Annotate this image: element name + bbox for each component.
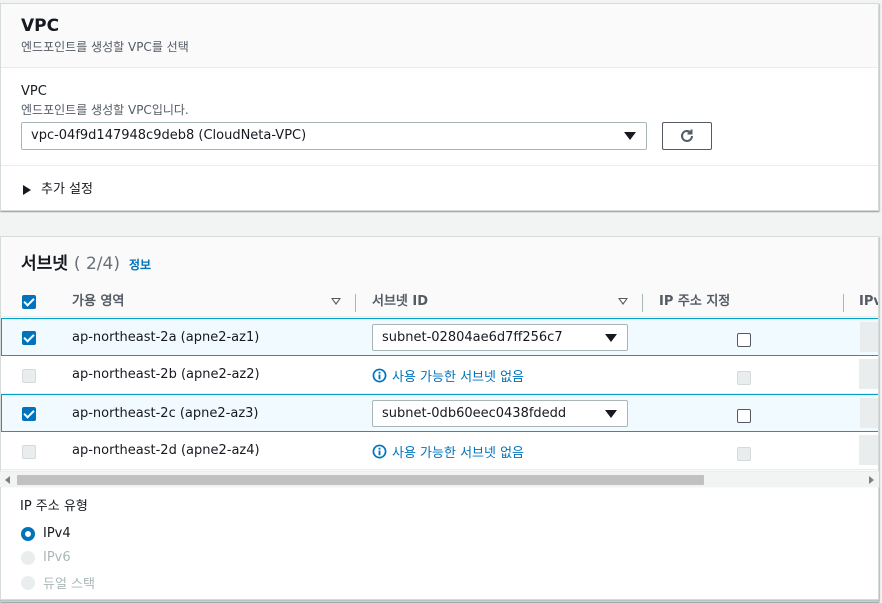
subnet-select-value: subnet-02804ae6d7ff256c7 bbox=[382, 330, 563, 345]
info-icon bbox=[372, 368, 387, 383]
table-header: 가용 영역 서브넷 ID IP 주소 지정 IPv4 bbox=[1, 287, 878, 317]
ip-assign-checkbox[interactable] bbox=[737, 333, 751, 347]
table-row[interactable]: ap-northeast-2c (apne2-az3) subnet-0db60… bbox=[1, 394, 878, 432]
radio-button bbox=[21, 575, 35, 590]
row-checkbox[interactable] bbox=[22, 331, 36, 345]
ip-type-label: IP 주소 유형 bbox=[20, 499, 88, 514]
row-checkbox bbox=[22, 369, 36, 383]
radio-label: IPv4 bbox=[43, 526, 71, 541]
select-all-checkbox[interactable] bbox=[22, 295, 36, 309]
column-header-subnet-id[interactable]: 서브넷 ID bbox=[372, 293, 428, 311]
row-checkbox bbox=[22, 445, 36, 459]
subnet-count: ( 2/4) bbox=[73, 254, 120, 274]
az-cell: ap-northeast-2b (apne2-az2) bbox=[72, 367, 260, 382]
ipv4-input[interactable] bbox=[860, 322, 878, 352]
ipv4-input bbox=[859, 435, 878, 465]
subnet-select-value: subnet-0db60eec0438fdedd bbox=[382, 406, 567, 421]
subnet-title: 서브넷 bbox=[21, 254, 68, 274]
radio-label: IPv6 bbox=[43, 550, 71, 565]
additional-settings-label: 추가 설정 bbox=[41, 182, 93, 197]
column-divider[interactable] bbox=[642, 294, 643, 312]
az-cell: ap-northeast-2a (apne2-az1) bbox=[72, 330, 260, 345]
sort-icon[interactable] bbox=[618, 298, 628, 305]
additional-settings-toggle[interactable]: 추가 설정 bbox=[23, 181, 93, 199]
sort-icon[interactable] bbox=[331, 298, 341, 305]
caret-down-icon bbox=[605, 410, 617, 418]
refresh-icon bbox=[681, 129, 693, 142]
subnet-select[interactable]: subnet-02804ae6d7ff256c7 bbox=[372, 324, 628, 351]
vpc-section-description: 엔드포인트를 생성할 VPC를 선택 bbox=[21, 40, 189, 54]
refresh-button[interactable] bbox=[662, 122, 712, 150]
table-row[interactable]: ap-northeast-2b (apne2-az2) 사용 가능한 서브넷 없… bbox=[1, 356, 878, 394]
radio-dualstack: 듀얼 스택 bbox=[21, 573, 95, 592]
radio-ipv6: IPv6 bbox=[21, 550, 71, 565]
radio-label: 듀얼 스택 bbox=[43, 577, 95, 592]
ip-assign-checkbox bbox=[737, 371, 751, 385]
column-header-ipv4[interactable]: IPv4 bbox=[859, 293, 878, 311]
az-cell: ap-northeast-2c (apne2-az3) bbox=[72, 406, 259, 421]
vpc-select-value: vpc-04f9d147948c9deb8 (CloudNeta-VPC) bbox=[31, 128, 307, 143]
table-row[interactable]: ap-northeast-2d (apne2-az4) 사용 가능한 서브넷 없… bbox=[1, 432, 878, 470]
caret-down-icon bbox=[605, 334, 617, 342]
caret-right-icon bbox=[23, 185, 31, 195]
subnet-header: 서브넷 ( 2/4) 정보 bbox=[21, 249, 151, 274]
ip-type-panel bbox=[0, 488, 879, 600]
divider bbox=[1, 165, 878, 166]
ipv4-input bbox=[859, 359, 878, 389]
ipv4-input[interactable] bbox=[860, 398, 878, 428]
table-row[interactable]: ap-northeast-2a (apne2-az1) subnet-02804… bbox=[1, 318, 878, 356]
column-header-az[interactable]: 가용 영역 bbox=[72, 293, 124, 311]
scroll-left-icon[interactable] bbox=[5, 476, 10, 484]
subnet-select[interactable]: subnet-0db60eec0438fdedd bbox=[372, 400, 628, 427]
column-divider[interactable] bbox=[843, 294, 844, 312]
radio-ipv4[interactable]: IPv4 bbox=[21, 526, 71, 541]
ip-assign-checkbox bbox=[737, 447, 751, 461]
ip-assign-checkbox[interactable] bbox=[737, 409, 751, 423]
vpc-panel: VPC 엔드포인트를 생성할 VPC를 선택 VPC 엔드포인트를 생성할 VP… bbox=[0, 3, 879, 211]
scrollbar-thumb[interactable] bbox=[17, 475, 704, 485]
vpc-select[interactable]: vpc-04f9d147948c9deb8 (CloudNeta-VPC) bbox=[21, 122, 647, 150]
vpc-field-description: 엔드포인트를 생성할 VPC입니다. bbox=[21, 103, 189, 117]
row-checkbox[interactable] bbox=[22, 407, 36, 421]
vpc-panel-header: VPC 엔드포인트를 생성할 VPC를 선택 bbox=[1, 4, 878, 68]
radio-button[interactable] bbox=[21, 526, 35, 541]
vpc-field-label: VPC bbox=[21, 84, 47, 99]
caret-down-icon bbox=[624, 132, 636, 140]
no-subnet-text: 사용 가능한 서브넷 없음 bbox=[392, 446, 524, 461]
column-divider[interactable] bbox=[355, 294, 356, 312]
az-cell: ap-northeast-2d (apne2-az4) bbox=[72, 443, 260, 458]
no-subnet-available[interactable]: 사용 가능한 서브넷 없음 bbox=[372, 366, 524, 385]
radio-button bbox=[21, 550, 35, 565]
no-subnet-available[interactable]: 사용 가능한 서브넷 없음 bbox=[372, 442, 524, 461]
subnet-table: 가용 영역 서브넷 ID IP 주소 지정 IPv4 ap-northeast-… bbox=[1, 287, 878, 490]
vpc-section-title: VPC bbox=[21, 16, 60, 36]
horizontal-scrollbar[interactable] bbox=[0, 471, 879, 487]
no-subnet-text: 사용 가능한 서브넷 없음 bbox=[392, 370, 524, 385]
info-icon bbox=[372, 444, 387, 459]
info-link[interactable]: 정보 bbox=[129, 256, 151, 273]
column-header-ip-assign[interactable]: IP 주소 지정 bbox=[659, 293, 730, 311]
scroll-right-icon[interactable] bbox=[869, 476, 874, 484]
